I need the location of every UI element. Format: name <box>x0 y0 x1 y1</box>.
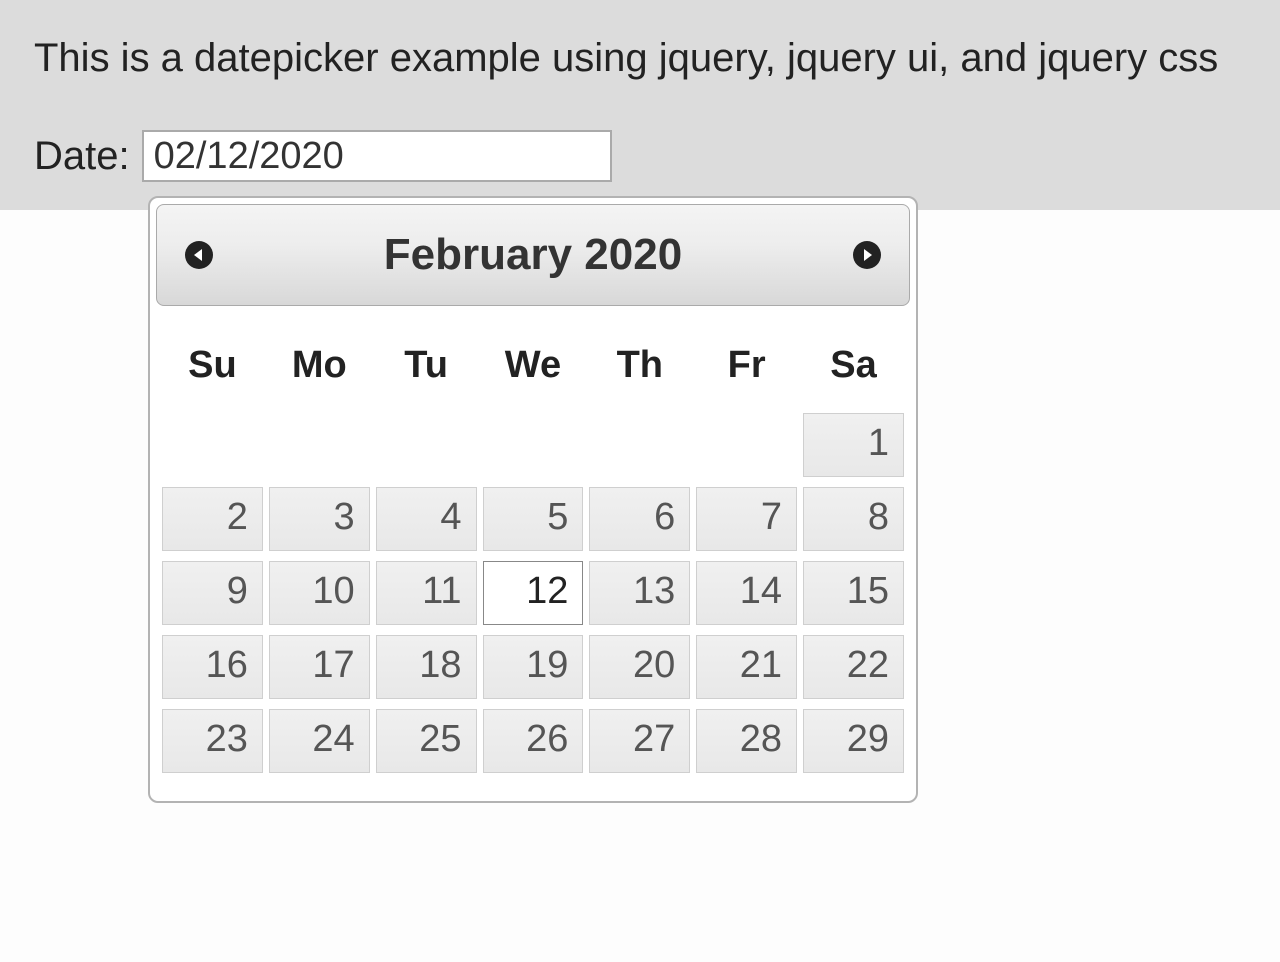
calendar-day-cell[interactable]: 27 <box>589 709 690 773</box>
calendar-day-cell[interactable]: 24 <box>269 709 370 773</box>
calendar-week-row: 23242526272829 <box>162 709 904 773</box>
calendar-empty-cell <box>696 413 797 477</box>
calendar-day-td: 1 <box>803 413 904 477</box>
date-input[interactable] <box>142 130 612 182</box>
calendar-day-cell[interactable]: 26 <box>483 709 584 773</box>
weekday-header: Fr <box>696 338 797 403</box>
datepicker-weekday-header: SuMoTuWeThFrSa <box>162 338 904 403</box>
weekday-header: We <box>483 338 584 403</box>
calendar-day-td: 17 <box>269 635 370 699</box>
calendar-day-td: 23 <box>162 709 263 773</box>
calendar-day-td: 8 <box>803 487 904 551</box>
page-header-band: This is a datepicker example using jquer… <box>0 0 1280 210</box>
weekday-header: Tu <box>376 338 477 403</box>
calendar-day-td: 21 <box>696 635 797 699</box>
calendar-day-td: 26 <box>483 709 584 773</box>
page-title: This is a datepicker example using jquer… <box>34 34 1246 82</box>
calendar-day-td: 2 <box>162 487 263 551</box>
calendar-day-cell[interactable]: 7 <box>696 487 797 551</box>
calendar-day-td: 4 <box>376 487 477 551</box>
calendar-day-td: 15 <box>803 561 904 625</box>
calendar-day-cell[interactable]: 19 <box>483 635 584 699</box>
calendar-day-td: 28 <box>696 709 797 773</box>
calendar-day-cell[interactable]: 12 <box>483 561 584 625</box>
date-field-label: Date: <box>34 134 130 179</box>
datepicker-calendar: SuMoTuWeThFrSa 1234567891011121314151617… <box>156 328 910 783</box>
calendar-day-cell[interactable]: 16 <box>162 635 263 699</box>
calendar-week-row: 2345678 <box>162 487 904 551</box>
calendar-day-cell[interactable]: 15 <box>803 561 904 625</box>
calendar-day-cell[interactable]: 28 <box>696 709 797 773</box>
calendar-day-cell[interactable]: 8 <box>803 487 904 551</box>
calendar-day-cell[interactable]: 17 <box>269 635 370 699</box>
calendar-empty-cell <box>483 413 584 477</box>
calendar-day-cell[interactable]: 29 <box>803 709 904 773</box>
calendar-day-cell[interactable]: 25 <box>376 709 477 773</box>
calendar-empty-cell <box>162 413 263 477</box>
calendar-day-cell[interactable]: 9 <box>162 561 263 625</box>
calendar-day-cell[interactable]: 18 <box>376 635 477 699</box>
calendar-day-td: 12 <box>483 561 584 625</box>
calendar-day-td: 19 <box>483 635 584 699</box>
calendar-day-cell[interactable]: 20 <box>589 635 690 699</box>
datepicker-widget: February 2020 SuMoTuWeThFrSa 12345678910… <box>148 196 918 803</box>
calendar-day-td: 16 <box>162 635 263 699</box>
calendar-day-td: 22 <box>803 635 904 699</box>
calendar-day-cell[interactable]: 10 <box>269 561 370 625</box>
calendar-day-td: 25 <box>376 709 477 773</box>
calendar-week-row: 1 <box>162 413 904 477</box>
calendar-day-td: 5 <box>483 487 584 551</box>
calendar-day-cell[interactable]: 4 <box>376 487 477 551</box>
calendar-day-cell[interactable]: 2 <box>162 487 263 551</box>
next-month-button[interactable] <box>853 241 881 269</box>
calendar-day-td: 3 <box>269 487 370 551</box>
calendar-day-cell[interactable]: 3 <box>269 487 370 551</box>
calendar-day-td: 11 <box>376 561 477 625</box>
calendar-day-cell[interactable]: 5 <box>483 487 584 551</box>
calendar-day-td: 10 <box>269 561 370 625</box>
datepicker-header: February 2020 <box>156 204 910 306</box>
calendar-day-td: 29 <box>803 709 904 773</box>
calendar-day-cell[interactable]: 1 <box>803 413 904 477</box>
calendar-day-td: 14 <box>696 561 797 625</box>
weekday-header: Th <box>589 338 690 403</box>
calendar-empty-cell <box>269 413 370 477</box>
weekday-header: Su <box>162 338 263 403</box>
prev-month-button[interactable] <box>185 241 213 269</box>
weekday-header: Mo <box>269 338 370 403</box>
calendar-week-row: 9101112131415 <box>162 561 904 625</box>
calendar-day-td: 13 <box>589 561 690 625</box>
calendar-day-cell[interactable]: 6 <box>589 487 690 551</box>
calendar-day-td: 6 <box>589 487 690 551</box>
calendar-empty-cell <box>589 413 690 477</box>
calendar-day-td: 9 <box>162 561 263 625</box>
chevron-left-icon <box>194 249 202 261</box>
calendar-day-cell[interactable]: 13 <box>589 561 690 625</box>
calendar-empty-cell <box>376 413 477 477</box>
calendar-day-cell[interactable]: 21 <box>696 635 797 699</box>
calendar-day-cell[interactable]: 14 <box>696 561 797 625</box>
date-input-row: Date: <box>34 130 1246 182</box>
calendar-week-row: 16171819202122 <box>162 635 904 699</box>
calendar-day-td: 27 <box>589 709 690 773</box>
calendar-day-cell[interactable]: 11 <box>376 561 477 625</box>
chevron-right-icon <box>864 249 872 261</box>
calendar-day-cell[interactable]: 22 <box>803 635 904 699</box>
calendar-day-td: 7 <box>696 487 797 551</box>
calendar-day-td: 24 <box>269 709 370 773</box>
calendar-day-td: 20 <box>589 635 690 699</box>
calendar-day-cell[interactable]: 23 <box>162 709 263 773</box>
calendar-day-td: 18 <box>376 635 477 699</box>
datepicker-title: February 2020 <box>384 230 682 280</box>
weekday-header: Sa <box>803 338 904 403</box>
